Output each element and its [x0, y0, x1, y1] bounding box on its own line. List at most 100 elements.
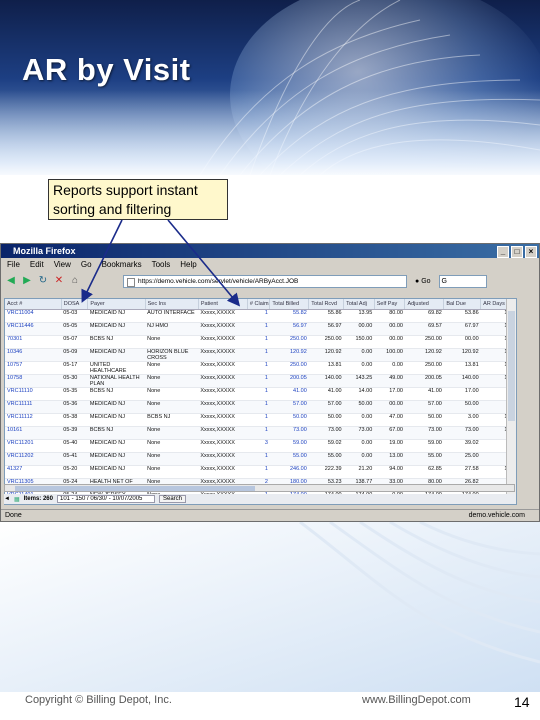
table-cell: None	[145, 361, 199, 375]
table-cell[interactable]: VRC11004	[5, 309, 62, 323]
column-header[interactable]: Sec Ins	[145, 299, 199, 310]
column-header[interactable]: DOSA	[61, 299, 89, 310]
table-cell[interactable]: 10758	[5, 374, 62, 388]
h-scroll-thumb[interactable]	[15, 486, 255, 491]
table-cell: 00.00	[374, 400, 405, 414]
table-cell[interactable]: 10346	[5, 348, 62, 362]
table-cell: 55.00	[269, 452, 309, 466]
table-cell: Xxxxx,XXXXX	[198, 452, 248, 466]
table-cell: 55.00	[308, 452, 344, 466]
table-cell: 13.95	[343, 309, 375, 323]
table-cell[interactable]: 10757	[5, 361, 62, 375]
column-header[interactable]: Acct #	[5, 299, 62, 310]
table-cell: None	[145, 452, 199, 466]
table-cell: 80.00	[374, 309, 405, 323]
table-row[interactable]: VRC11004 05-03 MEDICAID NJ AUTO INTERFACE Xx…	[5, 309, 516, 323]
table-row[interactable]: VRC11446 05-05 MEDICAID NJ NJ HMO Xxxxx,XXXX…	[5, 322, 516, 336]
table-cell: 13.81	[443, 361, 481, 375]
copyright-text: Copyright © Billing Depot, Inc.	[25, 694, 172, 706]
table-cell: Xxxxx,XXXXX	[198, 426, 248, 440]
go-label: Go	[421, 277, 431, 285]
column-header[interactable]: Self Pay	[374, 299, 406, 310]
back-arrow-icon[interactable]: ◀	[5, 275, 17, 287]
table-cell: Xxxxx,XXXXX	[198, 465, 248, 479]
table-cell: 53.86	[443, 309, 481, 323]
vertical-scrollbar[interactable]	[506, 299, 516, 504]
table-cell: 0.00	[374, 361, 405, 375]
table-row[interactable]: VRC11112 05-38 MEDICAID NJ BCBS NJ Xxxxx,XXX…	[5, 413, 516, 427]
table-cell: 41.00	[269, 387, 309, 401]
table-cell: BCBS NJ	[87, 387, 146, 401]
close-button[interactable]: ×	[525, 246, 537, 258]
table-row[interactable]: VRC11201 05-40 MEDICAID NJ None Xxxxx,XXXXX 3…	[5, 439, 516, 453]
table-cell[interactable]: VRC11110	[5, 387, 62, 401]
menu-bookmarks[interactable]: Bookmarks	[102, 258, 142, 272]
table-cell[interactable]: VRC11202	[5, 452, 62, 466]
table-cell: 05-41	[61, 452, 88, 466]
table-cell: 1	[247, 309, 270, 323]
column-header[interactable]: Patient	[198, 299, 248, 310]
search-box[interactable]: G	[438, 274, 487, 288]
column-header[interactable]: Total Billed	[269, 299, 310, 310]
pager-bar: ◄ ▦ Items: 260 101 - 150 / 06/30/ - 10/0…	[4, 494, 515, 504]
table-cell: 3	[247, 439, 270, 453]
table-cell: 143.25	[343, 374, 375, 388]
minimize-button[interactable]: _	[497, 246, 509, 258]
table-row[interactable]: 41327 05-20 MEDICAID NJ None Xxxxx,XXXXX 1 246…	[5, 465, 516, 479]
horizontal-scrollbar[interactable]	[4, 484, 515, 492]
menu-edit[interactable]: Edit	[30, 258, 44, 272]
table-row[interactable]: 10161 05-39 BCBS NJ None Xxxxx,XXXXX 1 73.00 73…	[5, 426, 516, 440]
menu-file[interactable]: File	[7, 258, 20, 272]
table-row[interactable]: 70301 05-07 BCBS NJ None Xxxxx,XXXXX 1 250.00 2…	[5, 335, 516, 349]
table-cell: 50.00	[443, 400, 481, 414]
table-cell[interactable]: VRC11446	[5, 322, 62, 336]
column-header[interactable]: Payer	[87, 299, 146, 310]
date-range-filter[interactable]: 101 - 150 / 06/30/ - 10/07/2005	[56, 495, 155, 503]
column-header[interactable]: Total Rcvd	[308, 299, 345, 310]
table-cell[interactable]: 10161	[5, 426, 62, 440]
home-icon[interactable]: ⌂	[69, 275, 81, 287]
table-cell: 05-39	[61, 426, 88, 440]
column-header[interactable]: Bal Due	[443, 299, 482, 310]
table-cell: BCBS NJ	[145, 413, 199, 427]
table-cell: 57.00	[269, 400, 309, 414]
table-cell: Xxxxx,XXXXX	[198, 374, 248, 388]
column-header[interactable]: # Claims	[247, 299, 271, 310]
stop-icon[interactable]: ✕	[53, 275, 65, 287]
table-cell[interactable]: VRC11112	[5, 413, 62, 427]
table-cell: 50.00	[404, 413, 444, 427]
table-cell: 120.92	[308, 348, 344, 362]
table-cell[interactable]: 70301	[5, 335, 62, 349]
table-row[interactable]: VRC11110 05-35 BCBS NJ None Xxxxx,XXXXX 1 41.0…	[5, 387, 516, 401]
table-row[interactable]: 10757 05-17 UNITED HEALTHCARE None Xxxxx,XXX…	[5, 361, 516, 375]
table-row[interactable]: VRC11111 05-36 MEDICAID NJ None Xxxxx,XXXXX 1…	[5, 400, 516, 414]
menu-go[interactable]: Go	[81, 258, 92, 272]
table-cell[interactable]: VRC11111	[5, 400, 62, 414]
table-row[interactable]: 10758 05-30 NATIONAL HEALTH PLAN None Xxxxx,…	[5, 374, 516, 388]
table-cell: MEDICAID NJ	[87, 465, 146, 479]
search-button[interactable]: Search	[158, 495, 186, 503]
forward-arrow-icon[interactable]: ▶	[21, 275, 33, 287]
go-button[interactable]: ● Go	[415, 278, 431, 285]
table-row[interactable]: VRC11202 05-41 MEDICAID NJ None Xxxxx,XXXXX 1…	[5, 452, 516, 466]
table-cell: HORIZON BLUE CROSS	[145, 348, 199, 362]
prev-page-icon[interactable]: ◄	[4, 496, 10, 502]
menu-tools[interactable]: Tools	[152, 258, 171, 272]
column-header[interactable]: Total Adj	[343, 299, 375, 310]
table-cell[interactable]: VRC11201	[5, 439, 62, 453]
table-row[interactable]: 10346 05-09 MEDICAID NJ HORIZON BLUE CROSS X…	[5, 348, 516, 362]
table-cell: Xxxxx,XXXXX	[198, 322, 248, 336]
table-cell: 3.00	[443, 413, 481, 427]
address-bar[interactable]: https://demo.vehicle.com/servlet/vehicle…	[123, 274, 407, 288]
scroll-thumb[interactable]	[508, 311, 515, 421]
table-cell: 1	[247, 374, 270, 388]
menu-help[interactable]: Help	[180, 258, 196, 272]
maximize-button[interactable]: □	[511, 246, 523, 258]
table-cell[interactable]: 41327	[5, 465, 62, 479]
table-cell: AUTO INTERFACE	[145, 309, 199, 323]
page-icon	[127, 277, 135, 287]
menu-view[interactable]: View	[54, 258, 71, 272]
table-cell: 27.58	[443, 465, 481, 479]
column-header[interactable]: Adjusted	[404, 299, 445, 310]
reload-icon[interactable]: ↻	[37, 275, 49, 287]
